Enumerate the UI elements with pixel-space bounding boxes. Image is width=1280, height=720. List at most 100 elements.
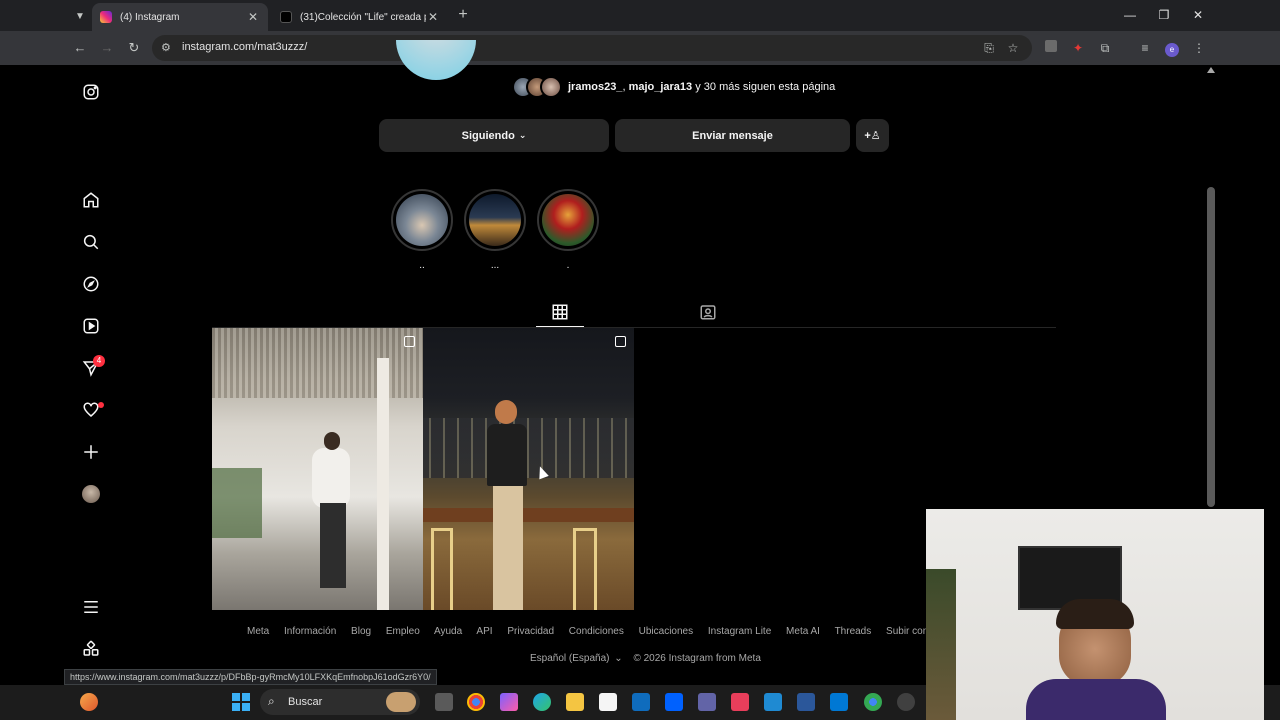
tab-close-icon[interactable]: ✕ bbox=[426, 10, 440, 24]
follower-name[interactable]: majo_jara13 bbox=[629, 81, 693, 93]
home-icon[interactable] bbox=[80, 189, 102, 211]
weather-widget-icon[interactable] bbox=[80, 693, 98, 711]
post-image-detail bbox=[431, 528, 453, 610]
new-tab-icon[interactable]: + bbox=[454, 6, 472, 24]
outlook-icon[interactable] bbox=[632, 693, 650, 711]
bookmark-star-icon[interactable]: ☆ bbox=[1003, 38, 1023, 58]
chevron-down-icon[interactable]: ⌄ bbox=[614, 653, 622, 664]
footer-link[interactable]: Threads bbox=[835, 626, 872, 637]
instagram-sidebar bbox=[64, 65, 120, 685]
footer-link[interactable]: Blog bbox=[351, 626, 371, 637]
chrome-menu-icon[interactable]: ⋮ bbox=[1189, 38, 1209, 58]
footer-link[interactable]: Información bbox=[284, 626, 336, 637]
reload-icon[interactable]: ↻ bbox=[124, 38, 144, 58]
task-view-icon[interactable] bbox=[435, 693, 453, 711]
chrome-active-icon[interactable] bbox=[864, 693, 882, 711]
chrome-app-icon[interactable] bbox=[467, 693, 485, 711]
scrollbar-thumb[interactable] bbox=[1207, 187, 1215, 507]
dropbox-icon[interactable] bbox=[665, 693, 683, 711]
more-menu-icon[interactable] bbox=[80, 596, 102, 618]
post-image-detail bbox=[495, 400, 517, 424]
footer-link[interactable]: Ayuda bbox=[434, 626, 462, 637]
taskbar-search-label: Buscar bbox=[288, 696, 323, 708]
post-image-detail bbox=[212, 468, 262, 538]
webcam-overlay bbox=[926, 509, 1264, 720]
address-bar[interactable]: ⚙ instagram.com/mat3uzzz/ bbox=[152, 35, 1032, 61]
browser-toolbar: ← → ↻ ⚙ instagram.com/mat3uzzz/ ⎘ ☆ ✦ ⧉ … bbox=[0, 31, 1280, 65]
post-thumbnail[interactable] bbox=[423, 328, 634, 610]
post-image-detail bbox=[423, 418, 634, 478]
minimize-icon[interactable]: — bbox=[1115, 4, 1145, 26]
install-app-icon[interactable]: ⎘ bbox=[979, 38, 999, 58]
instagram-logo-icon[interactable] bbox=[80, 81, 102, 103]
edge-icon[interactable] bbox=[533, 693, 551, 711]
post-image-detail bbox=[573, 528, 597, 610]
tab-close-icon[interactable]: ✕ bbox=[246, 10, 260, 24]
send-message-button[interactable]: Enviar mensaje bbox=[615, 119, 850, 152]
post-image-detail bbox=[324, 432, 340, 450]
post-image-detail bbox=[377, 358, 389, 610]
media-control-icon[interactable]: ≡ bbox=[1135, 38, 1155, 58]
profile-avatar[interactable] bbox=[82, 485, 100, 503]
restore-icon[interactable]: ❐ bbox=[1149, 4, 1179, 26]
teams-icon[interactable] bbox=[698, 693, 716, 711]
footer-link[interactable]: Meta bbox=[247, 626, 269, 637]
webcam-plant bbox=[926, 569, 956, 720]
explore-icon[interactable] bbox=[80, 273, 102, 295]
extensions-puzzle-icon[interactable]: ⧉ bbox=[1095, 38, 1115, 58]
story-highlight[interactable] bbox=[464, 189, 526, 251]
highlight-cover bbox=[396, 194, 448, 246]
app-blue-icon[interactable] bbox=[830, 693, 848, 711]
tab-search-icon[interactable]: ▼ bbox=[70, 6, 90, 26]
story-highlight[interactable] bbox=[391, 189, 453, 251]
back-icon[interactable]: ← bbox=[70, 38, 90, 58]
following-button[interactable]: Siguiendo ⌄ bbox=[379, 119, 609, 152]
search-highlight-icon bbox=[386, 692, 416, 712]
site-info-icon[interactable]: ⚙ bbox=[161, 41, 171, 54]
create-plus-icon[interactable] bbox=[80, 441, 102, 463]
footer-link[interactable]: Ubicaciones bbox=[639, 626, 693, 637]
follower-avatar bbox=[540, 76, 562, 98]
footer-link[interactable]: API bbox=[476, 626, 492, 637]
windows-start-icon[interactable] bbox=[232, 693, 250, 711]
story-highlight[interactable] bbox=[537, 189, 599, 251]
posts-grid-icon[interactable] bbox=[551, 303, 569, 321]
close-window-icon[interactable]: ✕ bbox=[1183, 4, 1213, 26]
followed-by-row[interactable]: jramos23_, majo_jara13 y 30 más siguen e… bbox=[512, 74, 835, 100]
highlight-label: .. bbox=[419, 260, 425, 271]
extension-red-icon[interactable]: ✦ bbox=[1068, 38, 1088, 58]
language-select[interactable]: Español (España) bbox=[530, 653, 610, 664]
store-icon[interactable] bbox=[599, 693, 617, 711]
copilot-icon[interactable] bbox=[500, 693, 518, 711]
followed-by-text: jramos23_, majo_jara13 y 30 más siguen e… bbox=[568, 81, 835, 93]
footer-link[interactable]: Empleo bbox=[386, 626, 420, 637]
post-thumbnail[interactable] bbox=[212, 328, 423, 610]
app-red-icon[interactable] bbox=[731, 693, 749, 711]
tagged-icon[interactable] bbox=[699, 303, 717, 321]
post-image-detail bbox=[320, 503, 346, 588]
search-icon[interactable] bbox=[80, 231, 102, 253]
profile-picture[interactable] bbox=[396, 40, 476, 80]
highlight-label: ... bbox=[490, 260, 500, 271]
footer-link[interactable]: Privacidad bbox=[507, 626, 554, 637]
forward-icon[interactable]: → bbox=[97, 38, 117, 58]
tab-instagram[interactable]: (4) Instagram ✕ bbox=[92, 3, 268, 31]
file-explorer-icon[interactable] bbox=[566, 693, 584, 711]
scrollbar-up-arrow[interactable] bbox=[1207, 67, 1215, 73]
extension-icon[interactable] bbox=[1041, 38, 1061, 58]
footer-link[interactable]: Instagram Lite bbox=[708, 626, 771, 637]
tab-tiktok[interactable]: (31)Colección "Life" creada por ✕ bbox=[272, 3, 448, 31]
reels-icon[interactable] bbox=[80, 315, 102, 337]
word-icon[interactable] bbox=[797, 693, 815, 711]
follower-name[interactable]: jramos23_ bbox=[568, 81, 622, 93]
suggested-users-button[interactable]: +♙ bbox=[856, 119, 889, 152]
also-from-meta-icon[interactable] bbox=[80, 638, 102, 660]
footer-link[interactable]: Condiciones bbox=[569, 626, 624, 637]
highlight-cover bbox=[469, 194, 521, 246]
footer-link[interactable]: Meta AI bbox=[786, 626, 820, 637]
taskbar-search[interactable]: ⌕ Buscar bbox=[260, 689, 420, 715]
copyright: © 2026 Instagram from Meta bbox=[633, 653, 761, 664]
app-gray-icon[interactable] bbox=[897, 693, 915, 711]
vscode-icon[interactable] bbox=[764, 693, 782, 711]
profile-avatar-icon[interactable]: e bbox=[1162, 38, 1182, 58]
